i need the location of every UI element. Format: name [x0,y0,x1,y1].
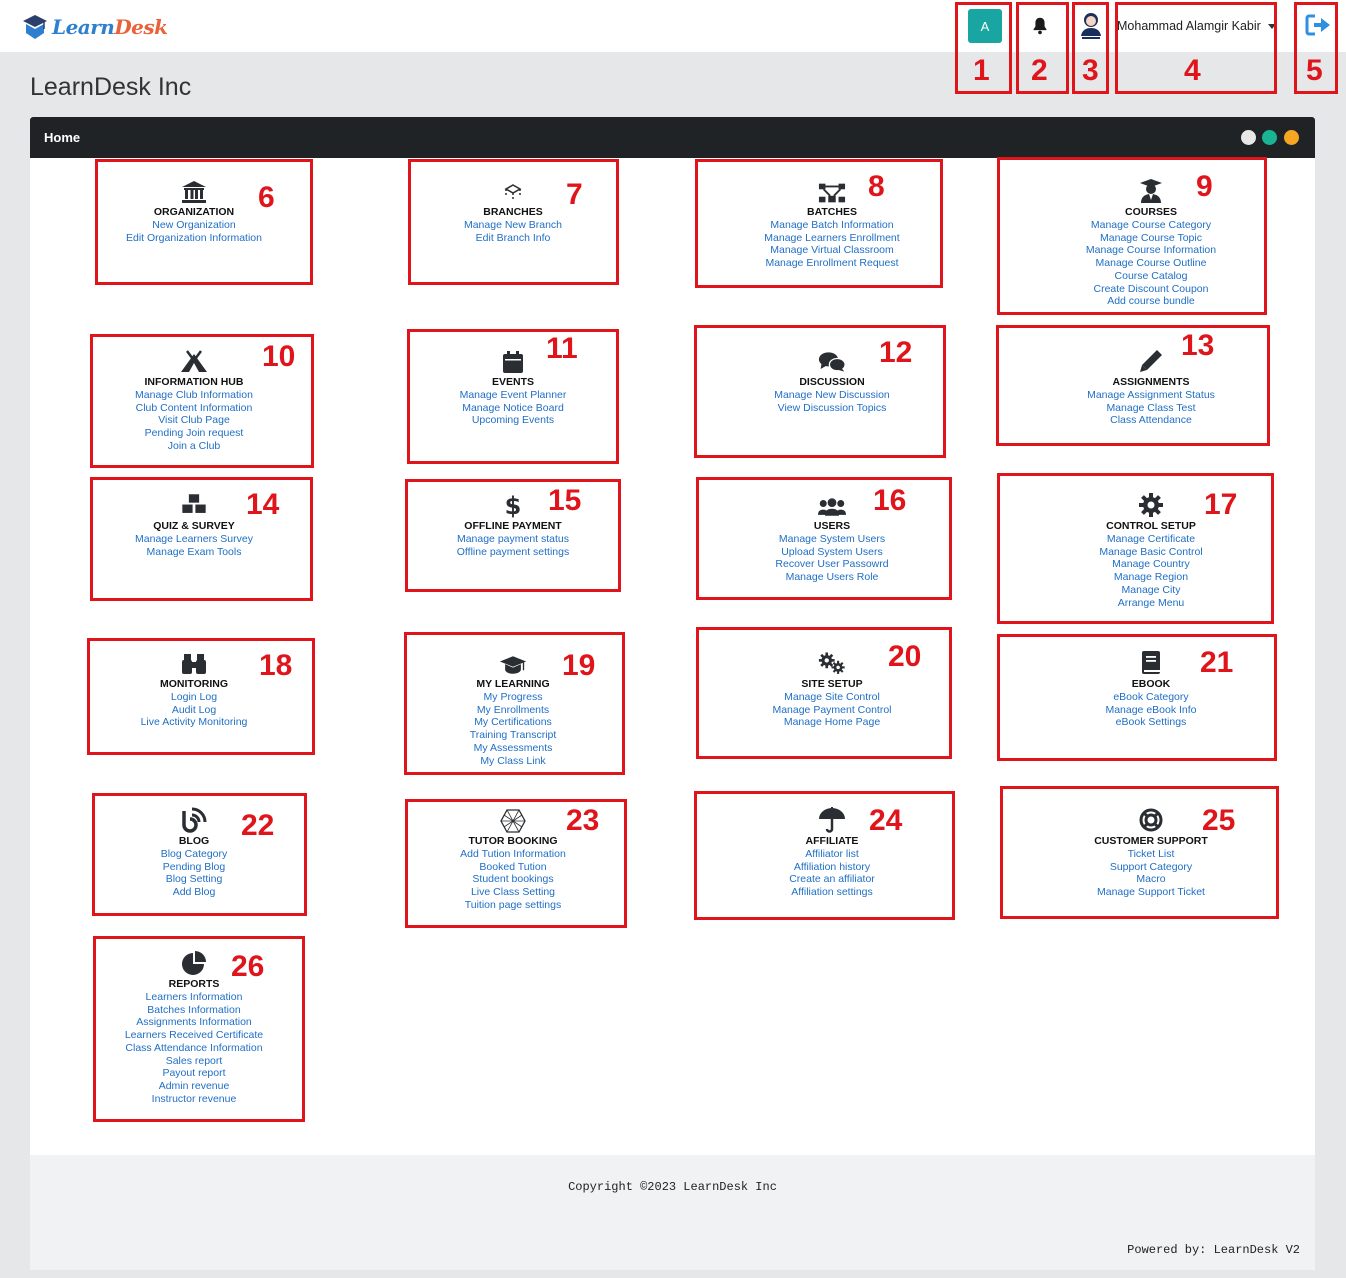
annotation-number: 26 [231,950,265,983]
copyright-text: Copyright ©2023 LearnDesk Inc [568,1180,777,1194]
annotation-number: 16 [873,484,907,517]
annotation-number: 23 [566,804,600,837]
learndesk-logo[interactable]: LearnDesk [22,12,168,42]
collapse-icon[interactable] [1284,130,1299,145]
annotation-number: 14 [246,488,280,521]
annotation-number: 4 [1184,54,1201,87]
annotation-number: 9 [1196,170,1213,203]
annotation-number: 15 [548,484,582,517]
annotation-number: 12 [879,336,913,369]
panel-header: Home [30,117,1315,158]
annotation-box [407,329,619,464]
annotation-box [997,634,1277,761]
panel-title: Home [44,130,81,145]
expand-icon[interactable] [1241,130,1256,145]
annotation-box [696,477,952,600]
annotation-number: 25 [1202,804,1236,837]
annotation-number: 20 [888,640,922,673]
annotation-box [996,325,1270,446]
footer: Copyright ©2023 LearnDesk Inc Powered by… [30,1155,1315,1270]
annotation-box [95,159,313,285]
annotation-number: 7 [566,178,583,211]
annotation-box [93,936,305,1122]
annotation-number: 6 [258,181,275,214]
annotation-number: 1 [973,54,990,87]
annotation-box [694,791,955,920]
refresh-icon[interactable] [1262,130,1277,145]
annotation-number: 10 [262,340,296,373]
annotation-number: 24 [869,804,903,837]
logo-icon [23,15,47,39]
annotation-number: 18 [259,649,293,682]
annotation-box [405,479,621,592]
annotation-number: 8 [868,170,885,203]
annotation-number: 5 [1306,54,1323,87]
powered-by-text: Powered by: LearnDesk V2 [1127,1243,1300,1257]
annotation-box [90,477,313,601]
logo-text: LearnDesk [52,15,168,39]
annotation-number: 3 [1082,54,1099,87]
annotation-box [408,159,619,285]
annotation-number: 2 [1031,54,1048,87]
annotation-number: 11 [546,332,578,365]
annotation-number: 22 [241,809,275,842]
annotation-number: 17 [1204,488,1238,521]
annotation-box [1000,786,1279,919]
annotation-box [997,157,1267,315]
annotation-box [695,159,943,288]
annotation-number: 19 [562,649,596,682]
annotation-box [92,793,307,916]
page-title: LearnDesk Inc [30,73,192,101]
annotation-number: 13 [1181,329,1215,362]
annotation-number: 21 [1200,646,1234,679]
